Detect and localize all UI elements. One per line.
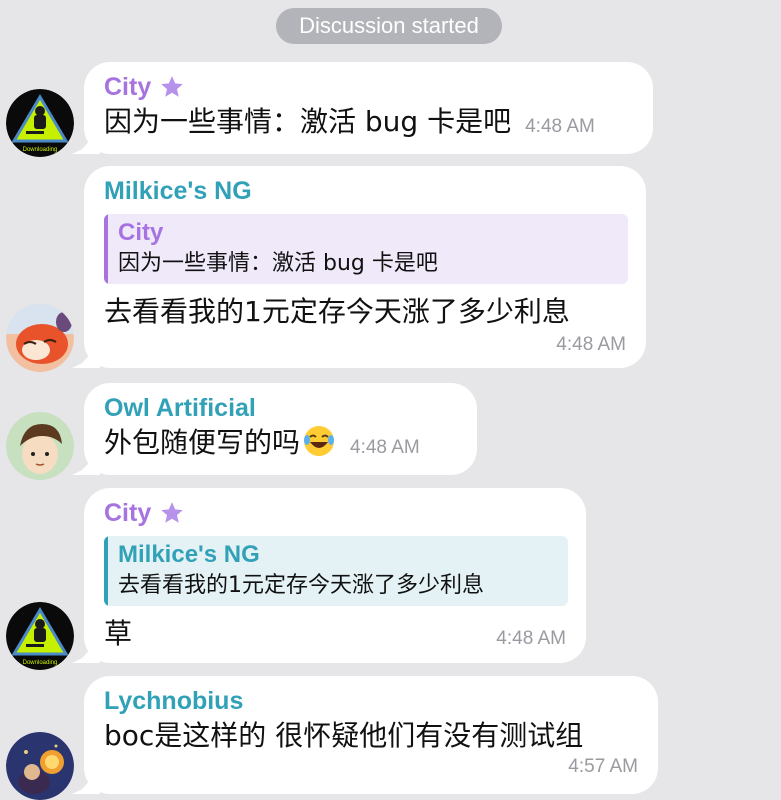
sender-name-row: Owl Artificial	[104, 393, 457, 423]
sender-name-row: Lychnobius	[104, 686, 638, 716]
message-text: 外包随便写的吗	[104, 426, 301, 459]
message-bubble[interactable]: Owl Artificial 外包随便写的吗 4:48 AM	[84, 383, 477, 475]
message-content-row: 外包随便写的吗 4:48 AM	[104, 423, 457, 463]
sender-name[interactable]: Milkice's NG	[104, 176, 252, 206]
anime-boy-avatar-icon	[6, 412, 74, 480]
avatar-lychnobius[interactable]	[6, 732, 74, 800]
sender-name[interactable]: Owl Artificial	[104, 393, 256, 423]
message-time: 4:57 AM	[568, 756, 638, 777]
message-bubble[interactable]: City Milkice's NG 去看看我的1元定存今天涨了多少利息 草 4:…	[84, 488, 586, 663]
sender-name-row: Milkice's NG	[104, 176, 626, 206]
message-time: 4:48 AM	[350, 437, 420, 458]
message-bubble[interactable]: City 因为一些事情：激活 bug 卡是吧 4:48 AM	[84, 62, 653, 154]
star-icon	[161, 76, 184, 97]
message-time: 4:48 AM	[496, 628, 566, 649]
message-content-row: 因为一些事情：激活 bug 卡是吧 4:48 AM	[104, 102, 633, 142]
message-text: 草	[104, 617, 133, 650]
message-bubble[interactable]: Lychnobius boc是这样的 很怀疑他们有没有测试组 4:57 AM	[84, 676, 658, 794]
fox-avatar-icon	[6, 304, 74, 372]
sender-name[interactable]: City	[104, 72, 151, 102]
avatar-city[interactable]: Downloading	[6, 89, 74, 157]
message-time: 4:48 AM	[556, 334, 626, 355]
android-downloading-avatar-icon: Downloading	[6, 602, 74, 670]
avatar-city[interactable]: Downloading	[6, 602, 74, 670]
sender-name-row: City	[104, 498, 566, 528]
reply-quote[interactable]: City 因为一些事情：激活 bug 卡是吧	[104, 214, 628, 284]
sender-name-row: City	[104, 72, 633, 102]
avatar-owl-artificial[interactable]	[6, 412, 74, 480]
sender-name[interactable]: City	[104, 498, 151, 528]
reply-sender-name: Milkice's NG	[118, 541, 260, 568]
message-text: 因为一些事情：激活 bug 卡是吧	[104, 105, 512, 138]
message-content-row: 草 4:48 AM	[104, 614, 566, 654]
message-text-with-emoji: 外包随便写的吗	[104, 423, 336, 463]
reply-quote[interactable]: Milkice's NG 去看看我的1元定存今天涨了多少利息	[104, 536, 568, 606]
avatar-caption: Downloading	[23, 660, 58, 666]
avatar-caption: Downloading	[23, 147, 58, 153]
message-bubble[interactable]: Milkice's NG City 因为一些事情：激活 bug 卡是吧 去看看我…	[84, 166, 646, 368]
reply-text: 去看看我的1元定存今天涨了多少利息	[118, 573, 484, 598]
android-downloading-avatar-icon: Downloading	[6, 89, 74, 157]
reply-sender-name: City	[118, 219, 164, 246]
service-message-discussion-started: Discussion started	[276, 8, 502, 44]
night-character-avatar-icon	[6, 732, 74, 800]
message-time: 4:48 AM	[525, 116, 595, 137]
reply-text: 因为一些事情：激活 bug 卡是吧	[118, 251, 438, 276]
message-text: boc是这样的 很怀疑他们有没有测试组	[104, 719, 584, 752]
star-icon	[161, 502, 184, 523]
message-text: 去看看我的1元定存今天涨了多少利息	[104, 295, 570, 328]
sender-name[interactable]: Lychnobius	[104, 686, 243, 716]
laughing-tears-emoji-icon	[304, 426, 335, 456]
avatar-milkices-ng[interactable]	[6, 304, 74, 372]
